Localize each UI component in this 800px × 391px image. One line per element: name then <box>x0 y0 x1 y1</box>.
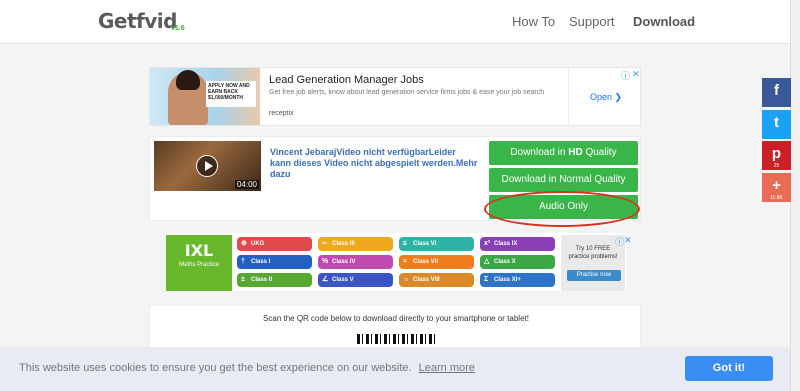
pinterest-count: 25 <box>773 163 780 169</box>
class-pill[interactable]: ∠ Class V <box>318 273 393 287</box>
ixl-logo-text: IXL <box>184 241 214 260</box>
class-icon: ∞ <box>322 240 327 247</box>
ixl-ad-banner[interactable]: IXL Maths Practice ⊕ UKG ∞ Class III ≤ Class … <box>166 233 632 291</box>
ad-title[interactable]: Lead Generation Manager Jobs <box>269 74 424 86</box>
class-icon: † <box>241 258 245 265</box>
got-it-button[interactable]: Got it! <box>685 356 773 381</box>
ixl-logo[interactable]: IXL Maths Practice <box>166 235 232 291</box>
ad-open-label: Open <box>590 92 613 102</box>
download-hd-button[interactable]: Download in HD Quality <box>489 141 638 165</box>
info-icon[interactable]: ⓘ <box>615 235 624 248</box>
job-ad-banner[interactable]: APPLY NOW AND EARN BACK $1,000/MONTH Lea… <box>149 67 641 126</box>
class-icon: x² <box>484 240 491 247</box>
ad-person-graphic <box>168 70 208 125</box>
video-duration: 04:00 <box>234 180 259 189</box>
pinterest-icon: p <box>771 145 782 162</box>
class-icon: ⊕ <box>241 240 247 247</box>
ixl-cta-text: Try 10 FREE practice problems! <box>568 246 618 260</box>
site-logo[interactable]: Getfvid <box>98 9 177 33</box>
ad-brand: receptix <box>269 110 294 117</box>
class-pill[interactable]: x² Class IX <box>480 237 555 251</box>
hd-button-suffix: Quality <box>582 147 617 158</box>
class-pill[interactable]: % Class IV <box>318 255 393 269</box>
class-icon: Σ <box>484 276 489 283</box>
twitter-icon: t <box>774 114 779 131</box>
ad-open-button[interactable]: Open ❯ <box>590 92 622 103</box>
pinterest-share-button[interactable]: p 25 <box>762 141 791 170</box>
ad-image: APPLY NOW AND EARN BACK $1,000/MONTH <box>150 68 260 125</box>
top-navbar: Getfvid v1.6 How To Support Download <box>0 0 800 44</box>
nav-download[interactable]: Download <box>633 14 695 29</box>
qr-code <box>357 334 435 344</box>
twitter-share-button[interactable]: t <box>762 110 791 139</box>
class-pill[interactable]: † Class I <box>237 255 312 269</box>
class-pill[interactable]: ∞ Class III <box>318 237 393 251</box>
video-title: Vincent JebarajVideo nicht verfügbarLeid… <box>270 147 478 179</box>
page-scrollbar[interactable] <box>790 0 800 391</box>
nav-how-to[interactable]: How To <box>512 14 555 29</box>
hd-button-prefix: Download in <box>510 147 569 158</box>
info-icon[interactable]: ⓘ <box>621 69 630 82</box>
class-pill[interactable]: Σ Class XI+ <box>480 273 555 287</box>
highlight-circle <box>484 191 640 227</box>
cookie-banner: This website uses cookies to ensure you … <box>0 347 790 391</box>
facebook-icon: f <box>774 82 779 99</box>
play-icon[interactable] <box>196 155 218 177</box>
class-pill[interactable]: △ Class X <box>480 255 555 269</box>
learn-more-link[interactable]: Learn more <box>419 362 475 374</box>
version-label: v1.6 <box>171 25 185 32</box>
practise-now-button[interactable]: Practise now <box>567 270 621 281</box>
class-pill[interactable]: ☼ Class VIII <box>399 273 474 287</box>
ad-divider <box>568 68 569 125</box>
class-pill[interactable]: ≈ Class VII <box>399 255 474 269</box>
share-count: 11.8K <box>770 195 783 201</box>
ad-description: Get free job alerts, know about lead gen… <box>269 89 545 96</box>
class-icon: ∠ <box>322 276 329 283</box>
ad-sign-text: APPLY NOW AND EARN BACK $1,000/MONTH <box>206 81 256 107</box>
qr-instructions: Scan the QR code below to download direc… <box>263 314 529 323</box>
class-icon: ≤ <box>403 240 407 247</box>
class-icon: ± <box>241 276 245 283</box>
class-icon: △ <box>484 258 490 265</box>
chevron-right-icon: ❯ <box>614 92 623 102</box>
plus-icon: + <box>772 177 781 194</box>
video-thumbnail[interactable]: 04:00 <box>154 141 261 191</box>
class-pill[interactable]: ± Class II <box>237 273 312 287</box>
ixl-logo-sub: Maths Practice <box>179 262 219 268</box>
download-normal-button[interactable]: Download in Normal Quality <box>489 168 638 192</box>
close-icon[interactable]: ✕ <box>624 235 632 246</box>
class-pill[interactable]: ⊕ UKG <box>237 237 312 251</box>
cookie-text: This website uses cookies to ensure you … <box>19 362 412 374</box>
more-share-button[interactable]: +11.8K <box>762 173 791 202</box>
close-icon[interactable]: ✕ <box>632 69 640 80</box>
cookie-message: This website uses cookies to ensure you … <box>19 362 475 374</box>
facebook-share-button[interactable]: f <box>762 78 791 107</box>
class-icon: ☼ <box>403 276 410 283</box>
nav-support[interactable]: Support <box>569 14 615 29</box>
class-pill[interactable]: ≤ Class VI <box>399 237 474 251</box>
class-icon: % <box>322 258 329 265</box>
hd-button-bold: HD <box>568 147 583 158</box>
class-icon: ≈ <box>403 258 407 265</box>
